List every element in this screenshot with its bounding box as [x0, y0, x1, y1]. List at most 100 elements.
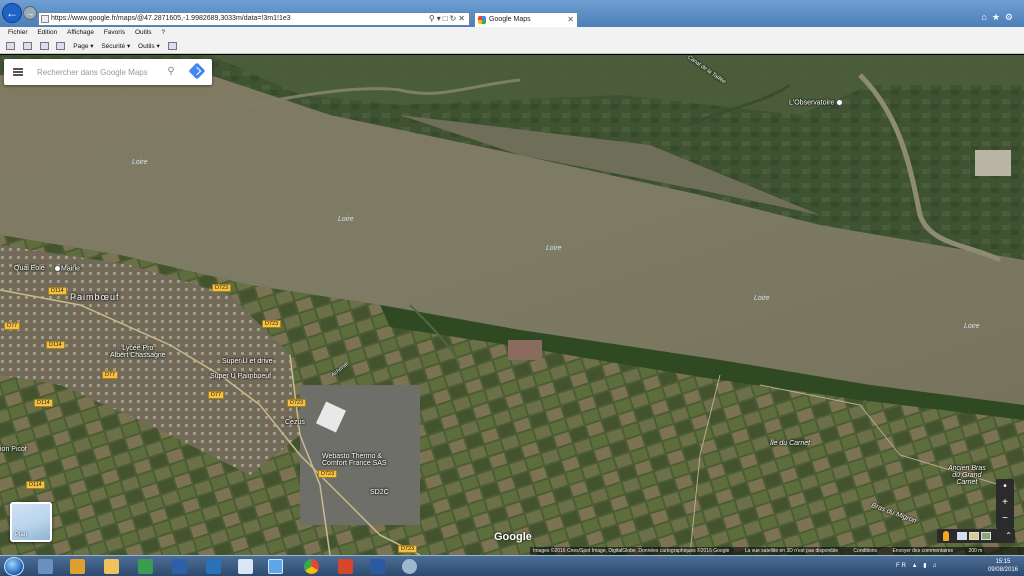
- start-button[interactable]: [4, 557, 24, 576]
- browser-toolbar-icons[interactable]: ⌂★⚙: [981, 12, 1018, 23]
- url-text: https://www.google.fr/maps/@47.2871605,-…: [51, 15, 291, 22]
- place-cezus[interactable]: Cezus: [285, 419, 305, 426]
- compass-icon[interactable]: •: [996, 479, 1014, 495]
- road-shield: D114: [46, 341, 65, 349]
- home-page-icon[interactable]: [6, 42, 15, 51]
- star-icon[interactable]: ★: [992, 12, 1005, 22]
- place-picot[interactable]: ion Picot: [0, 446, 27, 453]
- townhall-icon: [54, 265, 61, 272]
- place-lycee[interactable]: Lycée Pro Albert Chassagne: [110, 345, 166, 359]
- folder-icon[interactable]: [104, 559, 119, 574]
- layer-thumbnail[interactable]: [957, 532, 967, 540]
- place-super-u[interactable]: Super U Paimboeuf: [210, 373, 271, 380]
- zoom-controls: • + −: [996, 479, 1014, 529]
- gear-icon[interactable]: ⚙: [1005, 12, 1018, 22]
- place-mairie[interactable]: Mairie: [52, 265, 80, 272]
- layer-thumbnail[interactable]: [969, 532, 979, 540]
- layer-thumbnail[interactable]: [981, 532, 991, 540]
- system-tray[interactable]: FR ▲ ▮ ♫: [896, 562, 939, 569]
- place-quai-eole[interactable]: Quai Eole: [14, 265, 45, 272]
- language-indicator[interactable]: FR: [896, 563, 908, 569]
- place-super-u-drive[interactable]: Super U et drive: [222, 358, 273, 365]
- excel-icon[interactable]: [138, 559, 153, 574]
- menu-favoris[interactable]: Favoris: [104, 27, 125, 39]
- word-icon[interactable]: [172, 559, 187, 574]
- search-input[interactable]: [37, 65, 155, 79]
- menu-help[interactable]: ?: [161, 27, 165, 39]
- road-shield: D723: [398, 545, 418, 553]
- close-tab-icon[interactable]: ✕: [567, 13, 574, 27]
- menu-fichier[interactable]: Fichier: [8, 27, 28, 39]
- help-icon[interactable]: [167, 42, 177, 51]
- road-shield: D723: [262, 320, 282, 328]
- internet-explorer-icon[interactable]: [268, 559, 283, 574]
- road-shield: D77: [208, 391, 225, 399]
- river-label: Loire: [754, 295, 770, 302]
- tab-title: Google Maps: [489, 16, 531, 23]
- river-label: Loire: [132, 159, 148, 166]
- command-outils[interactable]: Outils ▾: [138, 39, 160, 54]
- road-shield: D77: [102, 371, 119, 379]
- home-icon[interactable]: ⌂: [981, 12, 991, 22]
- google-logo: Google: [494, 531, 532, 543]
- place-observatoire[interactable]: L'Observatoire: [789, 99, 844, 107]
- scale-label: 200 m: [968, 548, 983, 554]
- forward-button[interactable]: →: [23, 6, 37, 20]
- address-bar[interactable]: https://www.google.fr/maps/@47.2871605,-…: [38, 12, 470, 26]
- attribution-text: Images ©2016 Cnes/Spot Image, DigitalGlo…: [533, 548, 730, 554]
- place-ancien-bras: Ancien Bras du Grand Carnet: [948, 465, 986, 486]
- satellite-imagery: [0, 55, 1024, 555]
- road-shield: D723: [318, 470, 338, 478]
- app-icon[interactable]: [370, 559, 385, 574]
- command-page[interactable]: Page ▾: [73, 39, 93, 54]
- terms-link[interactable]: Conditions: [853, 548, 877, 554]
- road-shield: D114: [26, 481, 45, 489]
- place-ile-du-carnet: Île du Carnet: [770, 440, 811, 447]
- attribution-bar: Images ©2016 Cnes/Spot Image, DigitalGlo…: [530, 547, 1024, 555]
- print-icon[interactable]: [56, 42, 66, 51]
- road-shield: D77: [4, 322, 21, 330]
- outlook-icon[interactable]: [238, 559, 253, 574]
- river-label: Loire: [546, 245, 562, 252]
- command-securite[interactable]: Sécurité ▾: [101, 39, 130, 54]
- menu-bar: Fichier Edition Affichage Favoris Outils…: [0, 27, 1024, 39]
- chrome-icon[interactable]: [304, 559, 319, 574]
- pegman-icon[interactable]: [943, 531, 949, 541]
- map-type-toggle[interactable]: Plan: [10, 502, 52, 542]
- attribution-3d: La vue satellite en 3D n'est pas disponi…: [744, 548, 839, 554]
- taskbar: FR ▲ ▮ ♫ 15:15 09/08/2016: [0, 555, 1024, 576]
- directions-icon[interactable]: [188, 62, 206, 80]
- road-shield: D114: [34, 399, 53, 407]
- feedback-link[interactable]: Envoyer des commentaires: [892, 548, 953, 554]
- clock[interactable]: 15:15 09/08/2016: [988, 558, 1018, 574]
- back-button[interactable]: ←: [2, 3, 22, 23]
- menu-icon[interactable]: [13, 68, 23, 76]
- poi-icon: [836, 99, 844, 106]
- command-bar: Page ▾ Sécurité ▾ Outils ▾: [0, 39, 1024, 54]
- app-icon[interactable]: [338, 559, 353, 574]
- address-tools-icon[interactable]: ⚲▾□↻✕: [429, 13, 467, 25]
- river-label: Loire: [338, 216, 354, 223]
- ie-pinned-icon[interactable]: [38, 559, 53, 574]
- zoom-in-button[interactable]: +: [996, 495, 1014, 511]
- menu-edition[interactable]: Edition: [37, 27, 57, 39]
- read-mail-icon[interactable]: [39, 42, 49, 51]
- rss-feed-icon[interactable]: [22, 42, 32, 51]
- menu-outils[interactable]: Outils: [135, 27, 152, 39]
- place-webasto[interactable]: Webasto Thermo & Comfort France SAS: [322, 453, 387, 467]
- road-shield: D723: [287, 399, 307, 407]
- place-label: L'Observatoire: [789, 99, 835, 107]
- menu-affichage[interactable]: Affichage: [67, 27, 94, 39]
- app-icon[interactable]: [402, 559, 417, 574]
- expand-icon[interactable]: ⌃: [1005, 529, 1012, 543]
- zoom-out-button[interactable]: −: [996, 511, 1014, 527]
- satellite-map[interactable]: Loire Loire Loire Loire Loire L'Observat…: [0, 55, 1024, 555]
- clock-time: 15:15: [995, 559, 1011, 565]
- tab-google-maps[interactable]: Google Maps ✕: [474, 12, 578, 27]
- place-sd2c[interactable]: SD2C: [370, 489, 389, 496]
- search-icon[interactable]: ⚲: [164, 65, 178, 79]
- clock-date: 09/08/2016: [987, 567, 1018, 573]
- media-player-icon[interactable]: [70, 559, 85, 574]
- page-icon: [41, 15, 49, 23]
- word-doc-icon[interactable]: [206, 559, 221, 574]
